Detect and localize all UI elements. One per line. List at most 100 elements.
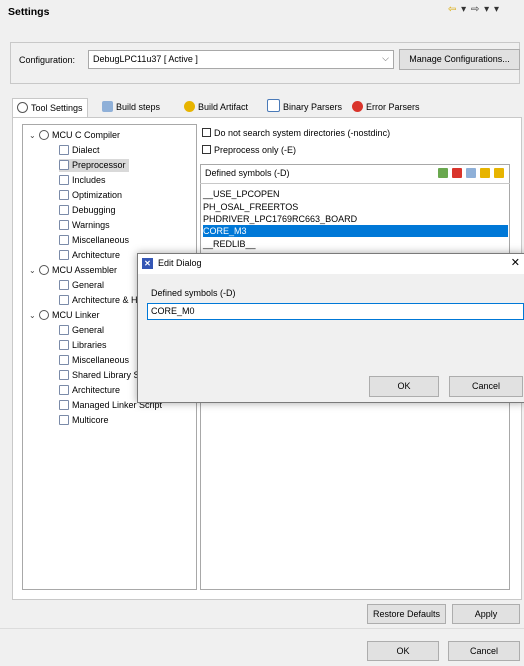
tab-label: Error Parsers	[366, 102, 420, 112]
tree-node-preprocessor[interactable]: Preprocessor	[59, 159, 129, 172]
configuration-select[interactable]: DebugLPC11u37 [ Active ] ⌵	[88, 50, 394, 69]
symbol-item[interactable]: __USE_LPCOPEN	[203, 188, 508, 200]
configuration-label: Configuration:	[19, 55, 76, 65]
settings-page-icon	[59, 280, 69, 290]
symbol-item-selected[interactable]: CORE_M3	[203, 225, 508, 237]
tab-label: Build Artifact	[198, 102, 249, 112]
tab-label: Tool Settings	[31, 103, 83, 113]
tree-node-linker-general[interactable]: General	[59, 324, 104, 337]
settings-page-icon	[59, 370, 69, 380]
tree-node-includes[interactable]: Includes	[59, 174, 106, 187]
chevron-down-icon[interactable]: ⌄	[29, 129, 39, 142]
checkbox[interactable]	[202, 145, 211, 154]
binary-parsers-icon	[267, 99, 280, 112]
error-parsers-icon	[352, 101, 363, 112]
edit-dialog: ✕ Edit Dialog ✕ Defined symbols (-D) COR…	[137, 253, 524, 403]
add-icon[interactable]	[438, 168, 448, 178]
tab-tool-settings[interactable]: Tool Settings	[12, 98, 88, 119]
dialog-title: Edit Dialog	[158, 258, 202, 268]
gear-icon	[39, 310, 49, 320]
restore-defaults-button[interactable]: Restore Defaults	[367, 604, 446, 624]
settings-page-icon	[59, 145, 69, 155]
tree-label: Optimization	[72, 190, 123, 200]
tree-node-architecture[interactable]: Architecture	[59, 249, 120, 262]
symbol-item[interactable]: __REDLIB__	[203, 238, 508, 250]
checkbox[interactable]	[202, 128, 211, 137]
symbol-item[interactable]: PH_OSAL_FREERTOS	[203, 201, 508, 213]
tab-label: Build steps	[116, 102, 161, 112]
tree-label: General	[72, 325, 105, 335]
tab-label: Binary Parsers	[283, 102, 343, 112]
forward-arrow-icon[interactable]: ⇨	[471, 4, 480, 15]
tree-label: MCU C Compiler	[52, 130, 121, 140]
option-label: Preprocess only (-E)	[214, 145, 297, 155]
tree-label: MCU Linker	[52, 310, 100, 320]
tree-node-linker-architecture[interactable]: Architecture	[59, 384, 120, 397]
tree-node-mcu-assembler[interactable]: ⌄ MCU Assembler	[29, 264, 117, 277]
close-icon[interactable]: ✕	[511, 256, 520, 269]
symbol-toolbar	[434, 168, 504, 180]
dialog-field-label: Defined symbols (-D)	[151, 288, 236, 298]
tree-node-dialect[interactable]: Dialect	[59, 144, 100, 157]
defined-symbols-title: Defined symbols (-D)	[205, 168, 290, 178]
symbol-item[interactable]: PHDRIVER_LPC1769RC663_BOARD	[203, 213, 508, 225]
settings-page-icon	[59, 355, 69, 365]
manage-configurations-button[interactable]: Manage Configurations...	[399, 49, 520, 70]
tree-node-mcu-c-compiler[interactable]: ⌄ MCU C Compiler	[29, 129, 120, 142]
tree-label: Architecture	[72, 250, 121, 260]
settings-page-icon	[59, 160, 69, 170]
gear-icon	[39, 265, 49, 275]
view-menu-icon[interactable]: ▾	[494, 4, 500, 15]
build-artifact-icon	[184, 101, 195, 112]
tree-node-libraries[interactable]: Libraries	[59, 339, 107, 352]
dialog-title-bar[interactable]: ✕ Edit Dialog ✕	[138, 254, 524, 274]
tree-label: Debugging	[72, 205, 116, 215]
tree-label: MCU Assembler	[52, 265, 118, 275]
tree-node-warnings[interactable]: Warnings	[59, 219, 110, 232]
navigation-arrows[interactable]: ⇦ ▾ ⇨ ▾ ▾	[448, 4, 500, 15]
tree-node-debugging[interactable]: Debugging	[59, 204, 116, 217]
settings-page-icon	[59, 220, 69, 230]
no-sys-dirs-option[interactable]: Do not search system directories (-nostd…	[202, 128, 390, 138]
delete-icon[interactable]	[452, 168, 462, 178]
settings-page-icon	[59, 250, 69, 260]
preprocess-only-option[interactable]: Preprocess only (-E)	[202, 145, 296, 155]
move-up-icon[interactable]	[480, 168, 490, 178]
settings-page-icon	[59, 235, 69, 245]
tree-label: Miscellaneous	[72, 355, 130, 365]
settings-page-icon	[59, 175, 69, 185]
tree-node-general[interactable]: General	[59, 279, 104, 292]
settings-page-icon	[59, 295, 69, 305]
tree-node-multicore[interactable]: Multicore	[59, 414, 109, 427]
defined-symbols-header: Defined symbols (-D)	[200, 164, 510, 184]
dialog-cancel-button[interactable]: Cancel	[449, 376, 523, 397]
defined-symbol-input[interactable]: CORE_M0	[147, 303, 524, 320]
chevron-down-icon[interactable]: ⌄	[29, 264, 39, 277]
configuration-value: DebugLPC11u37 [ Active ]	[93, 54, 198, 64]
tab-build-steps[interactable]: Build steps	[98, 98, 164, 117]
tree-node-optimization[interactable]: Optimization	[59, 189, 122, 202]
dialog-ok-button[interactable]: OK	[369, 376, 439, 397]
tab-binary-parsers[interactable]: Binary Parsers	[263, 98, 346, 117]
gear-icon	[17, 102, 28, 113]
tree-label: Preprocessor	[72, 160, 126, 170]
back-arrow-icon[interactable]: ⇦	[448, 4, 457, 15]
tab-error-parsers[interactable]: Error Parsers	[348, 98, 424, 117]
tree-label: Dialect	[72, 145, 100, 155]
settings-page-icon	[59, 415, 69, 425]
chevron-down-icon[interactable]: ⌄	[29, 309, 39, 322]
tab-build-artifact[interactable]: Build Artifact	[180, 98, 252, 117]
settings-page-icon	[59, 400, 69, 410]
tree-node-miscellaneous[interactable]: Miscellaneous	[59, 234, 129, 247]
cancel-button[interactable]: Cancel	[448, 641, 520, 661]
apply-button[interactable]: Apply	[452, 604, 520, 624]
tree-node-mcu-linker[interactable]: ⌄ MCU Linker	[29, 309, 100, 322]
move-down-icon[interactable]	[494, 168, 504, 178]
tree-label: General	[72, 280, 105, 290]
dialog-app-icon: ✕	[142, 258, 153, 269]
ok-button[interactable]: OK	[367, 641, 439, 661]
tree-node-linker-miscellaneous[interactable]: Miscellaneous	[59, 354, 129, 367]
edit-icon[interactable]	[466, 168, 476, 178]
settings-page-icon	[59, 385, 69, 395]
tree-label: Architecture	[72, 385, 121, 395]
